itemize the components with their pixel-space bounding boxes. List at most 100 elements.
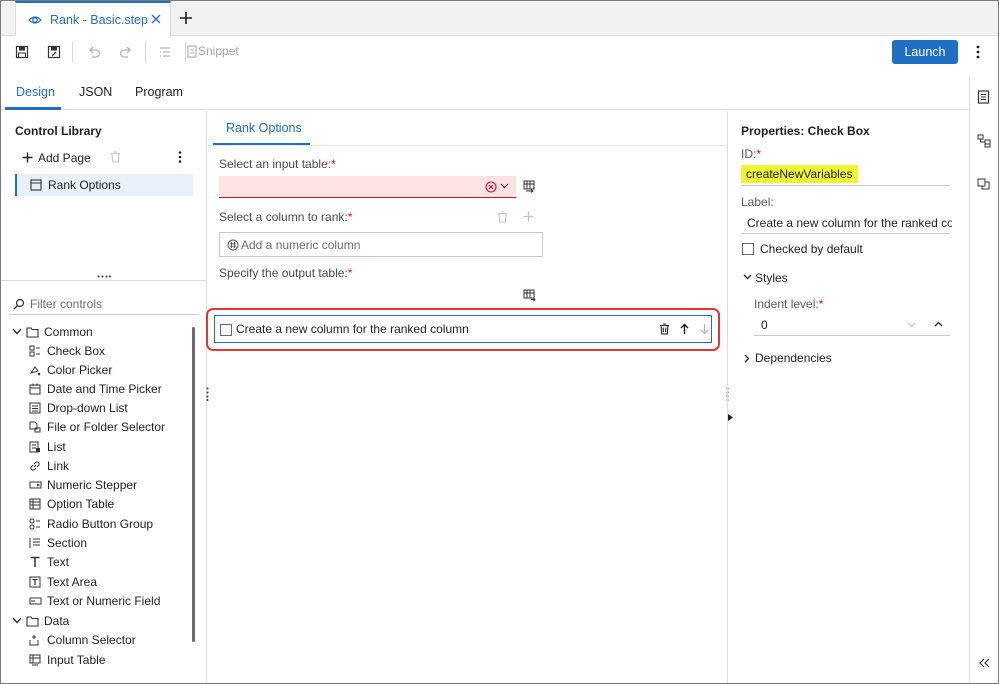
column-selector-field[interactable]: Add a numeric column — [219, 232, 543, 257]
indent-level-stepper[interactable]: 0 — [754, 314, 950, 336]
delete-control-icon[interactable] — [659, 323, 670, 335]
column-placeholder: Add a numeric column — [241, 238, 361, 252]
column-to-rank-label: Select a column to rank:* — [219, 210, 353, 224]
save-icon[interactable] — [12, 42, 32, 62]
page-item-label: Rank Options — [48, 178, 121, 192]
design-canvas: Rank Options Select an input table:* Sel… — [206, 111, 726, 683]
tree-item-option-table[interactable]: Option Table — [1, 495, 191, 514]
move-up-arrow-icon[interactable] — [680, 323, 689, 335]
delete-page-icon[interactable] — [110, 151, 121, 163]
tree-item-label: Numeric Stepper — [47, 478, 138, 492]
tree-item-date-time-picker[interactable]: Date and Time Picker — [1, 380, 191, 399]
tree-item-column-selector[interactable]: Column Selector — [1, 631, 191, 650]
hierarchy-icon[interactable] — [977, 134, 991, 148]
new-tab-plus-icon[interactable] — [177, 9, 195, 27]
checkbox-control[interactable]: Create a new column for the ranked colum… — [214, 315, 712, 343]
tree-item-check-box[interactable]: Check Box — [1, 342, 191, 361]
close-tab-icon[interactable] — [150, 13, 162, 25]
chevron-down-icon[interactable] — [743, 274, 752, 280]
right-icon-rail — [969, 77, 998, 683]
search-icon — [13, 298, 25, 310]
tab-design[interactable]: Design — [16, 85, 55, 99]
chevron-down-icon[interactable] — [500, 183, 509, 189]
tree-item-label: Option Table — [47, 497, 115, 511]
table-browse-icon[interactable] — [523, 180, 536, 193]
checked-by-default-checkbox[interactable] — [742, 243, 754, 255]
filter-placeholder: Filter controls — [30, 297, 103, 311]
clear-error-icon[interactable] — [485, 181, 497, 193]
data-icon[interactable] — [977, 177, 991, 191]
page-tab-divider — [208, 145, 726, 146]
decrement-chevron-icon[interactable] — [907, 322, 916, 328]
page-menu-icon[interactable] — [178, 151, 182, 163]
filter-controls-input[interactable]: Filter controls — [9, 293, 199, 315]
chevron-right-icon[interactable] — [744, 354, 750, 363]
text-icon — [29, 556, 41, 568]
indent-level-value: 0 — [761, 318, 768, 332]
tree-item-color-picker[interactable]: Color Picker — [1, 361, 191, 380]
tree-item-label: Radio Button Group — [47, 517, 154, 531]
add-column-plus-icon[interactable] — [523, 211, 534, 222]
collapse-panel-icon[interactable] — [979, 658, 990, 668]
tree-group-data[interactable]: Data — [1, 612, 191, 631]
styles-section-header[interactable]: Styles — [755, 271, 788, 285]
tree-item-numeric-stepper[interactable]: Numeric Stepper — [1, 476, 191, 495]
launch-button[interactable]: Launch — [892, 40, 958, 64]
tree-item-link[interactable]: Link — [1, 457, 191, 476]
increment-chevron-icon[interactable] — [934, 321, 943, 327]
column-selector-icon — [29, 634, 41, 646]
tree-group-label: Common — [44, 325, 93, 339]
checked-by-default-label: Checked by default — [760, 242, 863, 256]
input-table-field[interactable] — [219, 176, 516, 198]
properties-title: Properties: Check Box — [741, 124, 870, 138]
output-table-field[interactable] — [219, 285, 543, 307]
tab-json[interactable]: JSON — [79, 85, 112, 99]
delete-column-icon[interactable] — [497, 211, 508, 223]
move-down-arrow-icon[interactable] — [700, 323, 709, 335]
document-tab[interactable]: Rank - Basic.step — [15, 1, 171, 36]
check-box-icon — [29, 345, 41, 357]
input-table-icon — [29, 654, 41, 666]
tree-item-text[interactable]: Text — [1, 553, 191, 572]
tree-item-file-folder-selector[interactable]: File or Folder Selector — [1, 418, 191, 437]
page-tab-rank-options[interactable]: Rank Options — [226, 121, 302, 135]
tree-group-common[interactable]: Common — [1, 323, 191, 342]
chevron-down-icon — [12, 328, 22, 335]
tree-item-text-area[interactable]: Text Area — [1, 573, 191, 592]
selected-control-highlight: Create a new column for the ranked colum… — [206, 308, 720, 351]
tree-item-drop-down-list[interactable]: Drop-down List — [1, 399, 191, 418]
snippet-button[interactable]: Snippet — [198, 44, 239, 58]
toolbar-separator — [72, 42, 73, 62]
more-options-icon[interactable] — [971, 42, 985, 62]
table-output-icon[interactable] — [523, 289, 536, 302]
tree-item-input-table[interactable]: Input Table — [1, 651, 191, 670]
resize-handle-icon[interactable] — [97, 275, 111, 278]
properties-list-icon[interactable] — [155, 42, 175, 62]
tree-item-radio-button-group[interactable]: Radio Button Group — [1, 515, 191, 534]
color-picker-icon — [29, 364, 41, 376]
add-page-plus-icon[interactable] — [22, 152, 33, 163]
properties-panel-icon[interactable] — [977, 90, 990, 104]
section-icon — [29, 537, 41, 549]
id-input[interactable]: createNewVariables — [741, 163, 950, 186]
page-item-rank-options[interactable]: Rank Options — [15, 174, 193, 196]
id-label: ID:* — [741, 147, 762, 161]
tab-program[interactable]: Program — [135, 85, 183, 99]
document-tab-bar: Rank - Basic.step — [1, 1, 998, 36]
tree-item-list[interactable]: List — [1, 438, 191, 457]
dependencies-section-header[interactable]: Dependencies — [755, 351, 832, 365]
text-area-icon — [29, 576, 41, 588]
tree-scrollbar[interactable] — [192, 327, 195, 642]
tree-item-section[interactable]: Section — [1, 534, 191, 553]
checkbox[interactable] — [220, 324, 232, 336]
toolbar-separator — [145, 42, 146, 62]
tree-item-label: Check Box — [47, 344, 106, 358]
redo-icon[interactable] — [116, 42, 136, 62]
add-page-button[interactable]: Add Page — [38, 151, 91, 165]
save-as-icon[interactable] — [44, 42, 64, 62]
tree-item-text-numeric-field[interactable]: Text or Numeric Field — [1, 592, 191, 611]
undo-icon[interactable] — [84, 42, 104, 62]
label-input[interactable]: Create a new column for the ranked colum… — [741, 211, 952, 234]
tree-item-label: Text — [47, 555, 70, 569]
tree-item-label: Color Picker — [47, 363, 113, 377]
